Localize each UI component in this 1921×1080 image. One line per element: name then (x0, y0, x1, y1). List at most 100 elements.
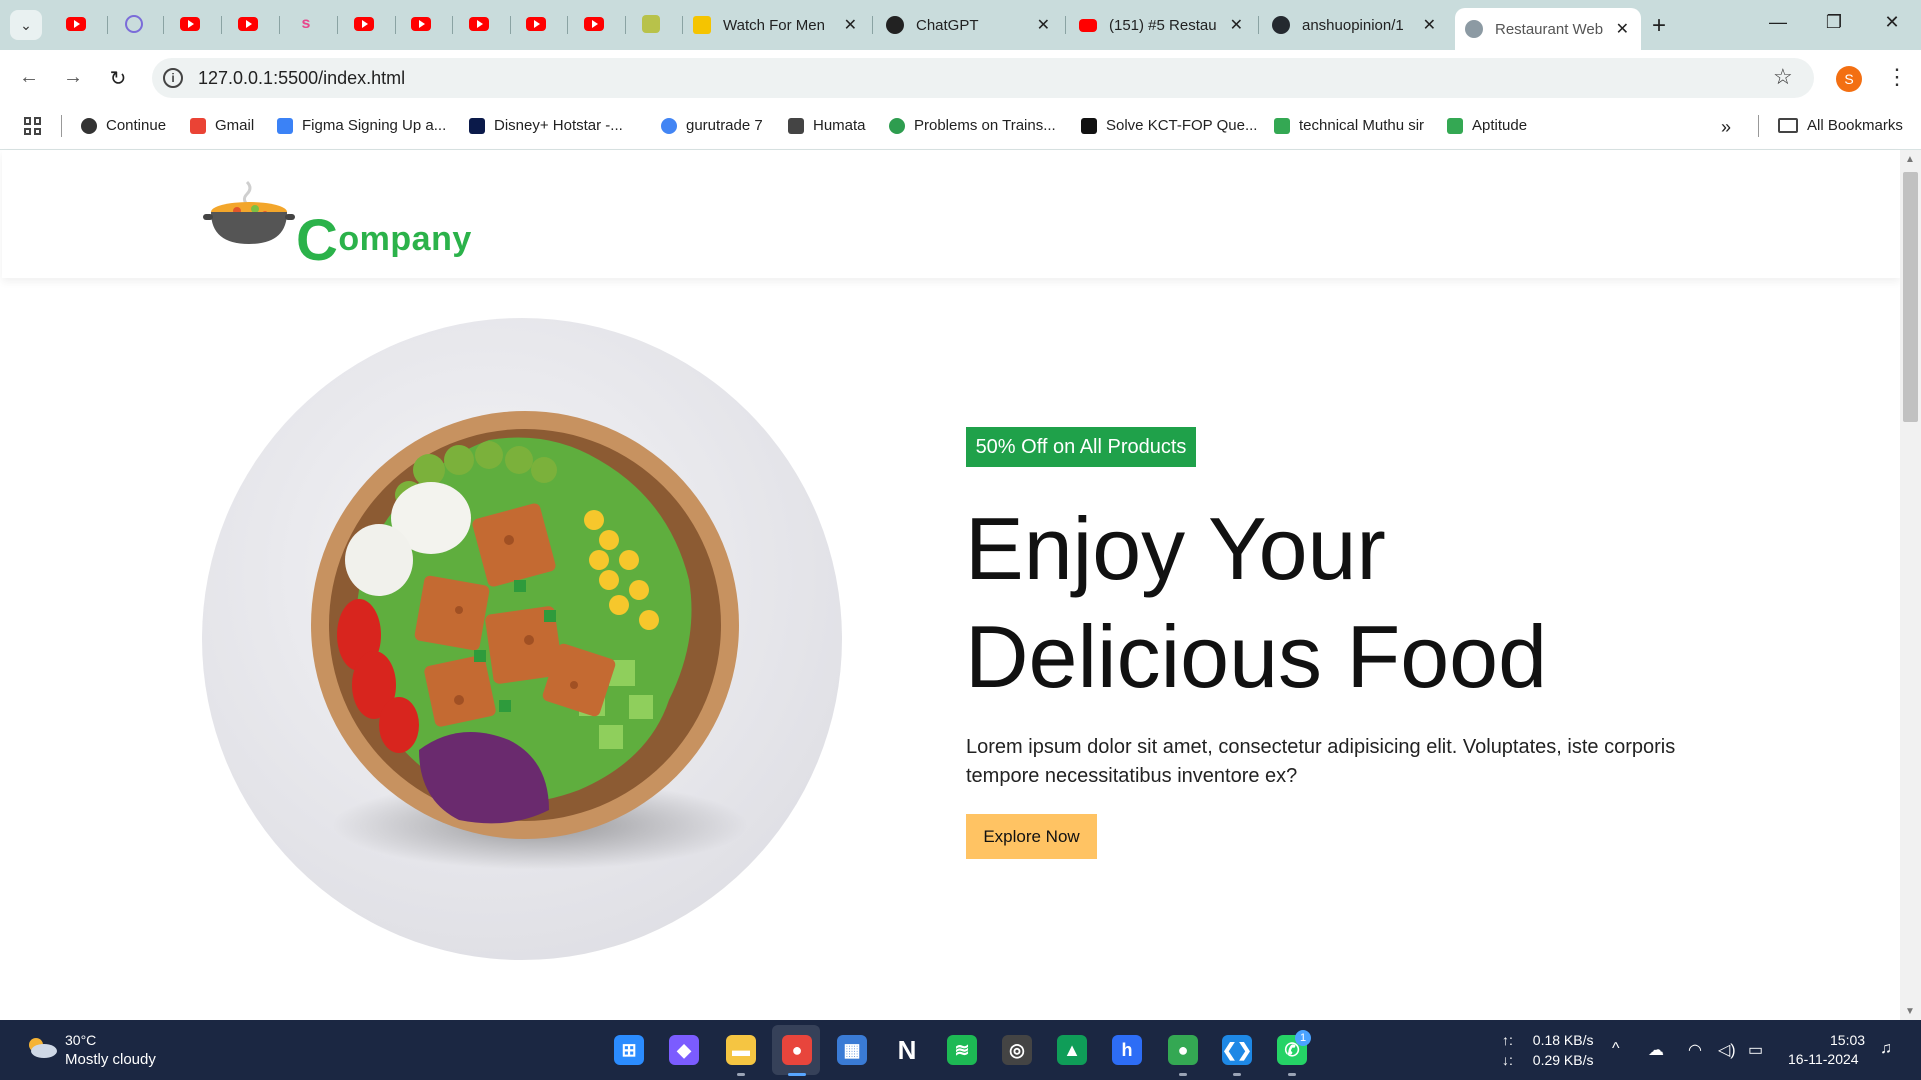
bookmark-label: Figma Signing Up a... (302, 117, 447, 134)
tab-search-button[interactable]: ⌄ (10, 10, 42, 40)
youtube-icon[interactable] (354, 14, 374, 34)
close-icon[interactable]: ✕ (1616, 19, 1629, 39)
youtube-icon[interactable] (180, 14, 200, 34)
clock-date[interactable]: 16-11-2024 (1788, 1051, 1859, 1067)
mascot-icon[interactable] (641, 14, 661, 34)
running-indicator (737, 1073, 745, 1076)
tab-divider (510, 16, 511, 34)
clock-time[interactable]: 15:03 (1830, 1032, 1865, 1048)
all-bookmarks-button[interactable]: All Bookmarks (1778, 117, 1903, 134)
browser-menu-icon[interactable]: ⋮ (1886, 64, 1908, 90)
tab-divider (1065, 16, 1066, 34)
notion-icon[interactable]: N (892, 1035, 922, 1065)
running-indicator (788, 1073, 806, 1076)
chrome-profile-icon[interactable]: ● (1168, 1035, 1198, 1065)
youtube-icon (1079, 18, 1097, 32)
tab-github[interactable]: anshuopinion/1 ✕ (1262, 8, 1448, 42)
site-info-icon[interactable]: i (163, 68, 183, 88)
bookmarks-overflow-icon[interactable]: » (1721, 117, 1731, 138)
tab-title: Restaurant Web (1495, 20, 1604, 38)
back-button[interactable]: ← (15, 66, 43, 89)
tab-watch-for-men[interactable]: Watch For Men ✕ (683, 8, 869, 42)
running-indicator (1288, 1073, 1296, 1076)
cooking-pot-icon[interactable] (203, 178, 295, 250)
hackerrank-icon (1081, 117, 1097, 134)
folder-icon (1778, 118, 1798, 133)
youtube-icon[interactable] (469, 14, 489, 34)
logo-rest: ompany (338, 220, 472, 258)
download-speed: ↓: 0.29 KB/s (1502, 1052, 1593, 1068)
youtube-icon[interactable] (411, 14, 431, 34)
tor-icon[interactable] (124, 14, 144, 34)
tab-restaurant-video[interactable]: (151) #5 Restau ✕ (1069, 8, 1255, 42)
minimize-button[interactable]: — (1763, 12, 1793, 33)
h-app-icon[interactable]: h (1112, 1035, 1142, 1065)
youtube-icon[interactable] (584, 14, 604, 34)
bookmark-continue[interactable]: Continue (81, 117, 166, 134)
scroll-up-icon[interactable]: ▲ (1905, 154, 1915, 165)
bookmark-label: Aptitude (1472, 117, 1528, 134)
spotify-icon[interactable]: ≋ (947, 1035, 977, 1065)
close-window-button[interactable]: ✕ (1877, 12, 1907, 33)
bookmark-label: Gmail (215, 117, 255, 134)
scroll-down-icon[interactable]: ▼ (1905, 1006, 1915, 1017)
bookmark-hotstar[interactable]: Disney+ Hotstar -... (469, 117, 623, 134)
bookmark-humata[interactable]: Humata (788, 117, 866, 134)
bookmark-kct-fop[interactable]: Solve KCT-FOP Que... (1081, 117, 1257, 134)
new-tab-button[interactable]: + (1652, 12, 1666, 40)
weather-cloud-icon[interactable] (24, 1035, 58, 1059)
copilot-icon[interactable]: ◆ (669, 1035, 699, 1065)
vscode-icon[interactable]: ❮❯ (1222, 1035, 1252, 1065)
bookmark-figma[interactable]: Figma Signing Up a... (277, 117, 446, 134)
bookmark-problems-on-trains[interactable]: Problems on Trains... (889, 117, 1056, 134)
forward-button[interactable]: → (59, 66, 87, 89)
bookmark-star-icon[interactable]: ☆ (1773, 64, 1793, 90)
bookmark-label: Continue (106, 117, 167, 134)
chevron-up-icon[interactable]: ^ (1612, 1040, 1620, 1058)
bookmark-label: Solve KCT-FOP Que... (1106, 117, 1258, 134)
tab-chatgpt[interactable]: ChatGPT ✕ (876, 8, 1062, 42)
reload-button[interactable]: ↻ (104, 66, 132, 91)
file-explorer-icon[interactable]: ▬ (726, 1035, 756, 1065)
youtube-icon[interactable] (526, 14, 546, 34)
bookmark-technical-muthu[interactable]: technical Muthu sir (1274, 117, 1424, 134)
windows-start-icon[interactable]: ⊞ (614, 1035, 644, 1065)
bookmark-aptitude[interactable]: Aptitude (1447, 117, 1527, 134)
close-icon[interactable]: ✕ (1423, 15, 1436, 35)
bookmark-label: gurutrade 7 (686, 117, 763, 134)
humata-icon (788, 117, 804, 134)
youtube-icon[interactable] (238, 14, 258, 34)
youtube-icon[interactable] (66, 14, 86, 34)
onedrive-cloud-icon[interactable]: ☁ (1648, 1040, 1664, 1060)
weather-description[interactable]: Mostly cloudy (65, 1051, 156, 1068)
google-drive-icon[interactable]: ▲ (1057, 1035, 1087, 1065)
company-logo-text[interactable]: Company (296, 197, 472, 273)
tab-divider (163, 16, 164, 34)
notification-bell-icon[interactable]: ♫ (1880, 1040, 1892, 1058)
bookmark-gurutrade[interactable]: gurutrade 7 (661, 117, 763, 134)
close-icon[interactable]: ✕ (844, 15, 857, 35)
figma-icon (277, 117, 293, 134)
bookmark-gmail[interactable]: Gmail (190, 117, 254, 134)
battery-icon[interactable]: ▭ (1748, 1040, 1763, 1060)
profile-avatar[interactable]: S (1836, 66, 1862, 92)
s-icon[interactable]: s (296, 14, 316, 34)
apps-grid-icon[interactable] (24, 117, 42, 135)
download-arrow-icon: ↓: (1502, 1052, 1513, 1068)
chatgpt-icon (886, 16, 904, 34)
tab-title: Watch For Men (723, 16, 825, 34)
url-text[interactable]: 127.0.0.1:5500/index.html (198, 68, 405, 89)
volume-icon[interactable]: ◁) (1718, 1040, 1736, 1060)
restore-button[interactable]: ❐ (1819, 12, 1849, 33)
chrome-icon[interactable]: ● (782, 1035, 812, 1065)
tab-restaurant-web[interactable]: Restaurant Web ✕ (1455, 8, 1641, 50)
explore-now-button[interactable]: Explore Now (966, 814, 1097, 859)
store-icon[interactable]: ▦ (837, 1035, 867, 1065)
tab-title: ChatGPT (916, 16, 979, 34)
scrollbar-thumb[interactable] (1903, 172, 1918, 422)
weather-temperature[interactable]: 30°C (65, 1032, 96, 1048)
close-icon[interactable]: ✕ (1230, 15, 1243, 35)
obs-icon[interactable]: ◎ (1002, 1035, 1032, 1065)
close-icon[interactable]: ✕ (1037, 15, 1050, 35)
wifi-icon[interactable]: ◠ (1688, 1040, 1702, 1060)
